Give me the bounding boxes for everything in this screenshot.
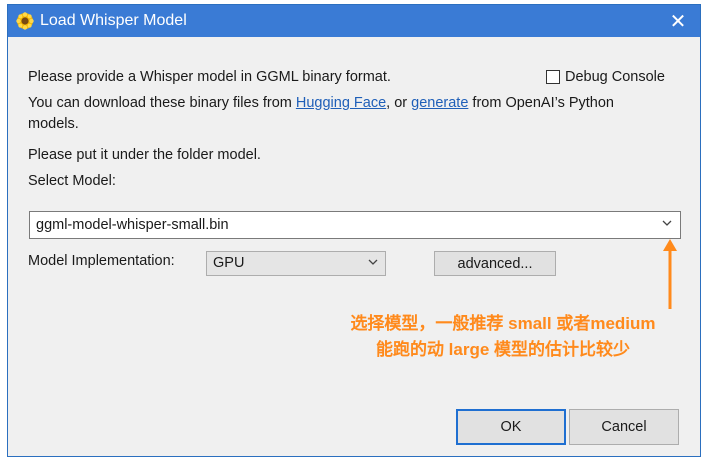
advanced-button[interactable]: advanced... [434, 251, 556, 276]
hugging-face-link[interactable]: Hugging Face [296, 95, 386, 111]
annotation-arrow-icon [660, 239, 680, 316]
chevron-down-icon [662, 216, 672, 233]
generate-link[interactable]: generate [411, 95, 468, 111]
chevron-down-icon [368, 255, 378, 272]
cancel-button[interactable]: Cancel [569, 409, 679, 445]
close-icon: ✕ [669, 10, 687, 33]
download-text-suffix: from OpenAI’s Python [468, 95, 614, 111]
folder-instruction: Please put it under the folder model. [28, 147, 261, 163]
annotation-line-1: 选择模型，一般推荐 small 或者medium [350, 314, 656, 333]
download-text-prefix: You can download these binary files from [28, 95, 296, 111]
model-select[interactable]: ggml-model-whisper-small.bin [29, 211, 681, 239]
download-text-middle: , or [386, 95, 412, 111]
annotation-line-2: 能跑的动 large 模型的估计比较少 [375, 340, 631, 359]
model-implementation-label: Model Implementation: [28, 253, 175, 269]
debug-console-checkbox[interactable] [546, 70, 560, 84]
window-title: Load Whisper Model [40, 12, 187, 29]
debug-console-toggle[interactable]: Debug Console [546, 69, 665, 85]
model-select-value: ggml-model-whisper-small.bin [36, 217, 229, 233]
close-button[interactable]: ✕ [656, 5, 700, 37]
sunflower-app-icon [16, 12, 34, 30]
model-implementation-select[interactable]: GPU [206, 251, 386, 276]
select-model-label: Select Model: [28, 173, 116, 189]
download-instruction-cont: models. [28, 116, 79, 132]
title-bar: Load Whisper Model ✕ [8, 5, 700, 37]
load-whisper-model-dialog: Load Whisper Model ✕ Please provide a Wh… [7, 4, 701, 457]
format-instruction: Please provide a Whisper model in GGML b… [28, 69, 391, 85]
ok-button[interactable]: OK [456, 409, 566, 445]
debug-console-label: Debug Console [565, 69, 665, 85]
model-implementation-value: GPU [213, 255, 245, 271]
download-instruction: You can download these binary files from… [28, 95, 614, 111]
